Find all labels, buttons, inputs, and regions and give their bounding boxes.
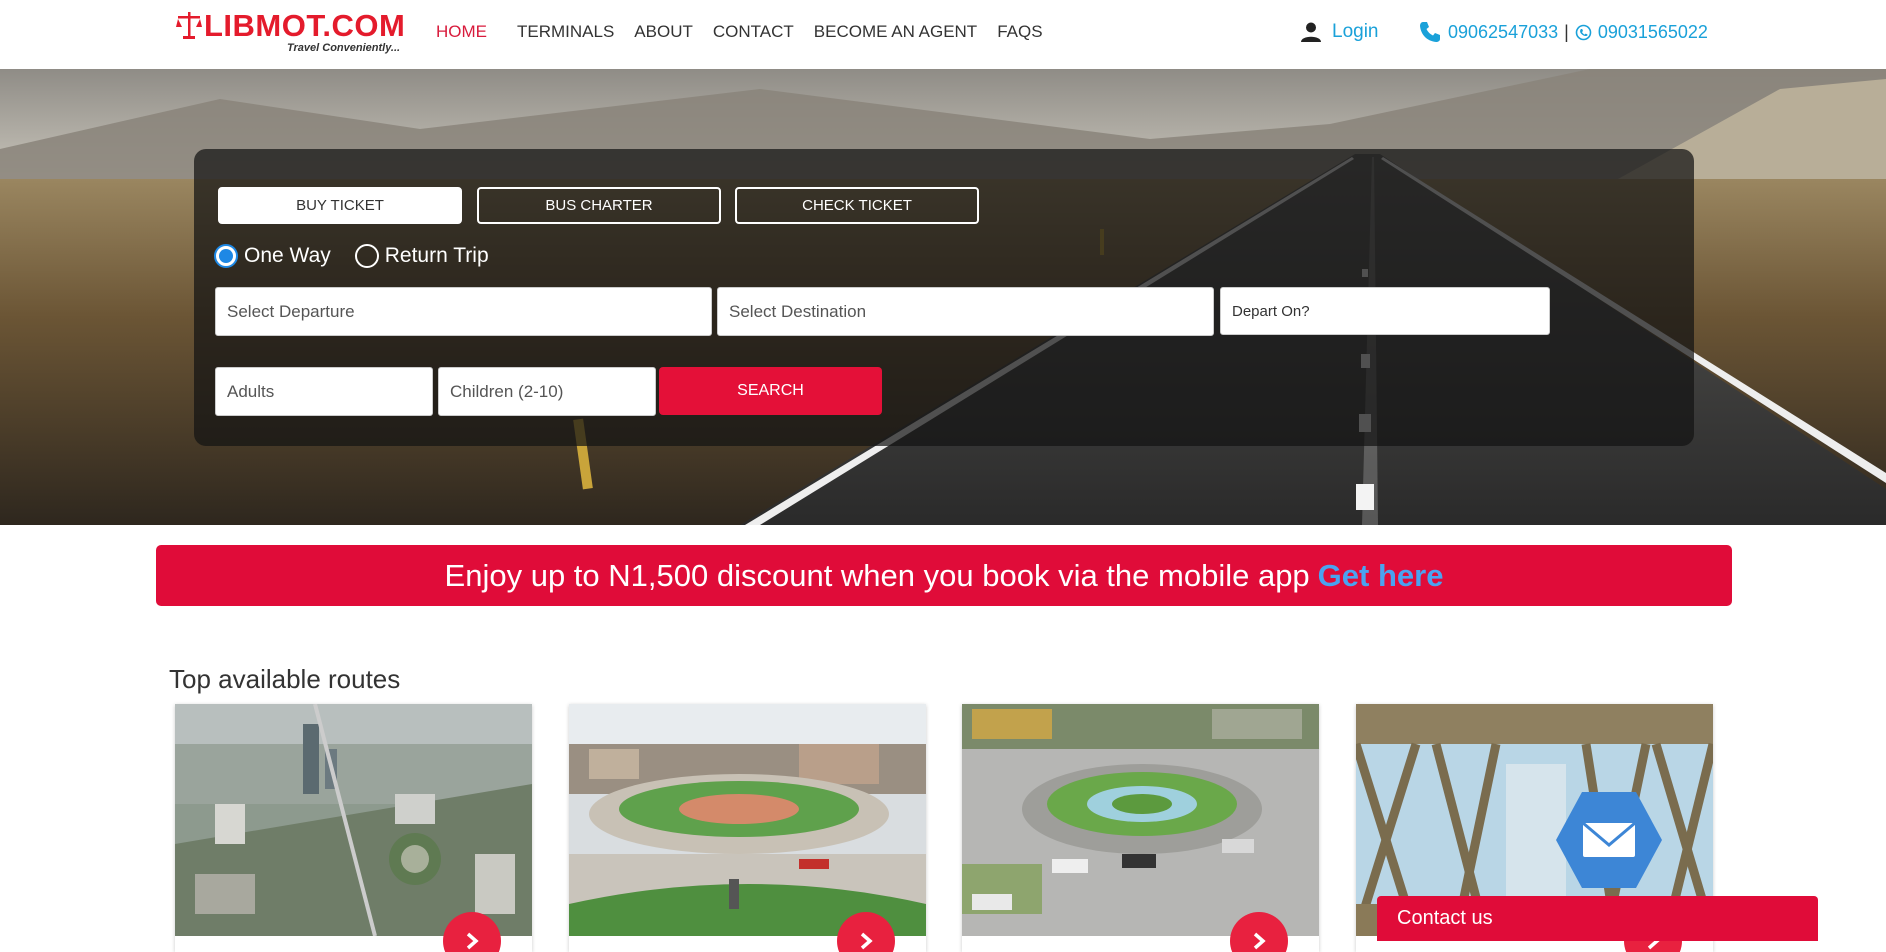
login-link[interactable]: Login <box>1300 19 1379 45</box>
user-icon <box>1301 22 1321 42</box>
radio-one-way-dot[interactable] <box>214 244 238 268</box>
tab-check-ticket[interactable]: CHECK TICKET <box>735 187 979 224</box>
booking-panel: BUY TICKET BUS CHARTER CHECK TICKET One … <box>194 149 1694 446</box>
routes-heading: Top available routes <box>169 664 401 694</box>
search-button[interactable]: SEARCH <box>659 367 882 415</box>
promo-get-app-link[interactable]: Get here <box>1318 558 1444 594</box>
brand-name: LIBMOT.COM <box>204 8 406 43</box>
radio-return-trip-dot[interactable] <box>354 244 379 268</box>
scales-logo-icon <box>176 12 202 39</box>
nav-contact[interactable]: CONTACT <box>713 20 794 44</box>
trip-type-group: One Way Return Trip <box>214 244 489 268</box>
hero-banner: BUY TICKET BUS CHARTER CHECK TICKET One … <box>0 69 1886 525</box>
chevron-right-icon <box>1253 932 1266 950</box>
tab-buy-ticket[interactable]: BUY TICKET <box>218 187 462 224</box>
departure-select[interactable]: Select Departure <box>215 287 712 336</box>
roundabout-gardens-image <box>569 704 926 936</box>
phone-numbers: 09062547033 | 09031565022 <box>1418 19 1708 45</box>
promo-text: Enjoy up to N1,500 discount when you boo… <box>444 557 1310 593</box>
phone-number-1[interactable]: 09062547033 <box>1448 22 1558 43</box>
main-nav: HOME TERMINALS ABOUT CONTACT BECOME AN A… <box>436 20 1063 44</box>
nav-become-agent[interactable]: BECOME AN AGENT <box>814 20 977 44</box>
nav-home[interactable]: HOME <box>436 20 487 44</box>
nav-faqs[interactable]: FAQS <box>997 20 1042 44</box>
children-select[interactable]: Children (2-10) <box>438 367 656 416</box>
city-aerial-skyline-image <box>175 704 532 936</box>
site-header: LIBMOT.COM Travel Conveniently... HOME T… <box>0 0 1886 69</box>
route-card[interactable] <box>175 704 532 952</box>
contact-us-tab[interactable]: Contact us <box>1377 896 1818 941</box>
radio-return-trip[interactable]: Return Trip <box>354 244 489 268</box>
envelope-icon <box>1556 792 1662 888</box>
destination-select[interactable]: Select Destination <box>717 287 1214 336</box>
chevron-right-icon <box>860 932 873 950</box>
route-card[interactable] <box>569 704 926 952</box>
radio-one-way[interactable]: One Way <box>214 244 331 268</box>
brand-tagline: Travel Conveniently... <box>287 42 401 54</box>
chevron-right-icon <box>466 932 479 950</box>
site-logo[interactable]: LIBMOT.COM Travel Conveniently... <box>176 6 406 58</box>
route-card[interactable] <box>962 704 1319 952</box>
nav-about[interactable]: ABOUT <box>634 20 693 44</box>
nav-terminals[interactable]: TERMINALS <box>517 20 614 44</box>
depart-date-input[interactable]: Depart On? <box>1220 287 1550 335</box>
login-label: Login <box>1332 21 1379 42</box>
phone-icon <box>1420 22 1440 42</box>
adults-select[interactable]: Adults <box>215 367 433 416</box>
tab-bus-charter[interactable]: BUS CHARTER <box>477 187 721 224</box>
promo-banner: Enjoy up to N1,500 discount when you boo… <box>156 545 1732 606</box>
phone-number-2[interactable]: 09031565022 <box>1598 22 1708 43</box>
roundabout-traffic-image <box>962 704 1319 936</box>
email-widget-button[interactable] <box>1554 790 1664 890</box>
whatsapp-icon <box>1575 24 1592 40</box>
radio-return-trip-label: Return Trip <box>384 244 489 267</box>
radio-one-way-label: One Way <box>244 244 331 267</box>
phone-separator: | <box>1564 21 1569 42</box>
